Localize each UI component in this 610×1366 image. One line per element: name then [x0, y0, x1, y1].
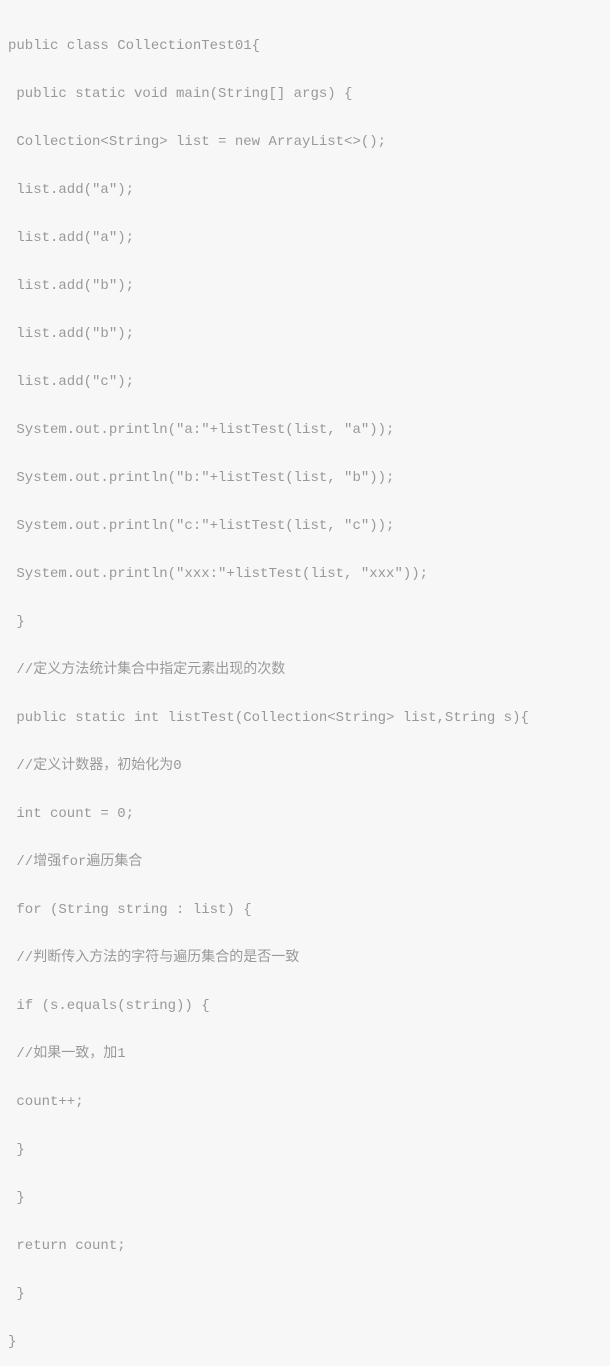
code-line: return count; — [8, 1234, 602, 1258]
code-line: public static void main(String[] args) { — [8, 82, 602, 106]
code-line: list.add("a"); — [8, 178, 602, 202]
code-line: public static int listTest(Collection<St… — [8, 706, 602, 730]
code-line: list.add("b"); — [8, 274, 602, 298]
code-line: list.add("b"); — [8, 322, 602, 346]
code-line: } — [8, 1330, 602, 1354]
code-line: //增强for遍历集合 — [8, 850, 602, 874]
code-line: //判断传入方法的字符与遍历集合的是否一致 — [8, 946, 602, 970]
code-line: Collection<String> list = new ArrayList<… — [8, 130, 602, 154]
code-line: //定义方法统计集合中指定元素出现的次数 — [8, 658, 602, 682]
code-line: } — [8, 1138, 602, 1162]
code-line: System.out.println("b:"+listTest(list, "… — [8, 466, 602, 490]
code-line: //定义计数器，初始化为0 — [8, 754, 602, 778]
code-line: public class CollectionTest01{ — [8, 34, 602, 58]
code-line: System.out.println("a:"+listTest(list, "… — [8, 418, 602, 442]
code-line: int count = 0; — [8, 802, 602, 826]
code-block: public class CollectionTest01{ public st… — [8, 10, 602, 1366]
code-line: } — [8, 1282, 602, 1306]
code-line: list.add("c"); — [8, 370, 602, 394]
code-line: System.out.println("xxx:"+listTest(list,… — [8, 562, 602, 586]
code-line: System.out.println("c:"+listTest(list, "… — [8, 514, 602, 538]
code-line: } — [8, 1186, 602, 1210]
code-line: } — [8, 610, 602, 634]
code-line: for (String string : list) { — [8, 898, 602, 922]
code-line: count++; — [8, 1090, 602, 1114]
code-line: list.add("a"); — [8, 226, 602, 250]
code-line: //如果一致，加1 — [8, 1042, 602, 1066]
code-line: if (s.equals(string)) { — [8, 994, 602, 1018]
